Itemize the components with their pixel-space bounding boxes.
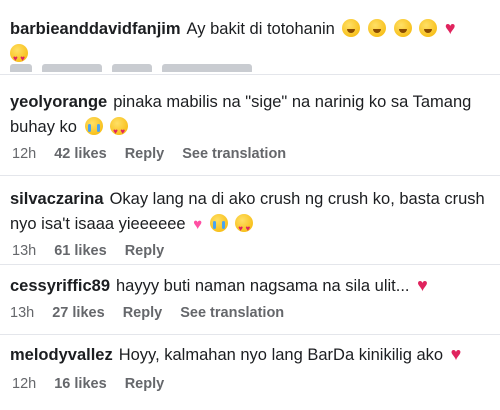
comment-text: Okay lang na di ako crush ng crush ko, b…	[109, 190, 485, 208]
comment-body: barbieanddavidfanjim Ay bakit di totohani…	[0, 16, 500, 42]
divider	[0, 334, 500, 335]
comment-item: cessyriffic89 hayyy buti naman nagsama na…	[0, 273, 500, 321]
comment-username[interactable]: yeolyorange	[10, 93, 107, 111]
comment-text: Hoyy, kalmahan nyo lang BarDa kinikilig …	[118, 346, 444, 364]
red-heart-icon: ♥	[444, 18, 456, 38]
comment-time: 13h	[10, 305, 35, 321]
comment-username[interactable]: barbieanddavidfanjim	[10, 20, 181, 38]
comment-item: silvaczarina Okay lang na di ako crush ng…	[0, 187, 500, 259]
red-heart-icon: ♥	[450, 344, 462, 364]
crying-face-icon	[209, 214, 228, 232]
comment-body-line2: nyo isa't isaaa yieeeeee ♥	[0, 212, 500, 237]
comment-item: yeolyorange pinaka mabilis na "sige" na n…	[0, 90, 500, 162]
comment-body: melodyvallez Hoyy, kalmahan nyo lang BarD…	[0, 342, 500, 368]
comment-text: Ay bakit di totohanin	[186, 20, 335, 38]
divider	[0, 175, 500, 176]
comment-username[interactable]: melodyvallez	[10, 346, 113, 364]
comment-meta: 12h 42 likes Reply See translation	[12, 146, 300, 162]
reply-button[interactable]: Reply	[125, 146, 165, 162]
comment-meta: 13h 27 likes Reply See translation	[10, 305, 298, 321]
comment-username[interactable]: cessyriffic89	[10, 277, 110, 295]
likes-count[interactable]: 61 likes	[54, 243, 106, 259]
comment-meta: 12h 16 likes Reply	[12, 376, 178, 392]
smiling-face-with-hearts-icon	[235, 214, 254, 237]
rofl-icon	[368, 19, 387, 37]
comment-meta: 13h 61 likes Reply	[12, 243, 178, 259]
comment-item: melodyvallez Hoyy, kalmahan nyo lang BarD…	[0, 342, 500, 392]
heart-eyes-icon	[110, 117, 129, 140]
likes-count[interactable]: 27 likes	[52, 305, 104, 321]
divider	[0, 74, 500, 75]
likes-count[interactable]: 42 likes	[54, 146, 106, 162]
likes-count[interactable]: 16 likes	[54, 376, 106, 392]
comment-body-line2: buhay ko	[0, 115, 500, 140]
crying-face-icon	[84, 117, 103, 135]
reply-button[interactable]: Reply	[125, 376, 165, 392]
divider	[0, 264, 500, 265]
comment-time: 12h	[12, 146, 37, 162]
reply-button[interactable]: Reply	[123, 305, 163, 321]
comment-body: silvaczarina Okay lang na di ako crush ng…	[0, 187, 500, 212]
clipped-meta-row	[10, 60, 270, 72]
comment-time: 13h	[12, 243, 37, 259]
rofl-icon	[419, 19, 438, 37]
reply-button[interactable]: Reply	[125, 243, 165, 259]
see-translation-button[interactable]: See translation	[182, 146, 286, 162]
comment-text: pinaka mabilis na "sige" na narinig ko s…	[113, 93, 472, 111]
comment-username[interactable]: silvaczarina	[10, 190, 104, 208]
face-hand-over-mouth-icon	[342, 19, 361, 37]
red-heart-icon: ♥	[417, 275, 428, 295]
comment-body: yeolyorange pinaka mabilis na "sige" na n…	[0, 90, 500, 115]
comment-time: 12h	[12, 376, 37, 392]
pink-heart-icon: ♥	[193, 216, 203, 233]
see-translation-button[interactable]: See translation	[180, 305, 284, 321]
rofl-icon	[393, 19, 412, 37]
comment-text: hayyy buti naman nagsama na sila ulit...	[116, 277, 410, 295]
comment-text: nyo isa't isaaa yieeeeee	[10, 215, 186, 233]
comment-body: cessyriffic89 hayyy buti naman nagsama na…	[0, 273, 500, 299]
comment-text: buhay ko	[10, 118, 77, 136]
